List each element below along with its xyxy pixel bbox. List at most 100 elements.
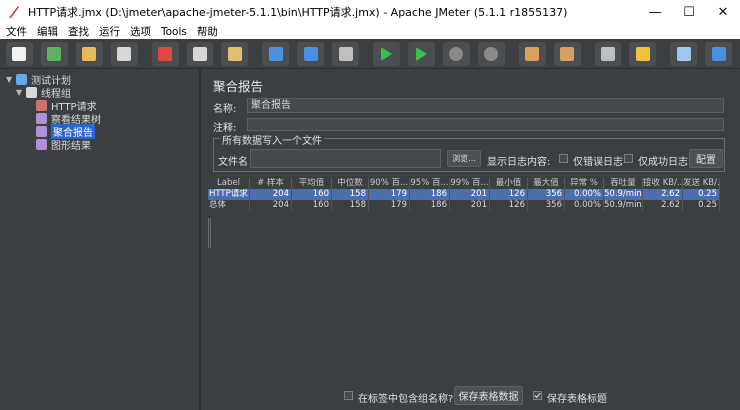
- expand-button[interactable]: [262, 41, 290, 66]
- menu-options[interactable]: 选项: [130, 24, 151, 39]
- help-button[interactable]: [705, 41, 733, 66]
- start-no-pause-button[interactable]: [407, 41, 435, 66]
- table-row[interactable]: HTTP请求 204 160 158 179 186 201 126 356 0.00% 50.9/…: [208, 189, 720, 200]
- browse-button[interactable]: 浏览...: [447, 150, 481, 167]
- column-header[interactable]: Label: [208, 178, 250, 189]
- listener-icon: [36, 126, 47, 137]
- start-icon: [381, 46, 393, 61]
- shutdown-icon: [484, 46, 499, 61]
- title-bar: HTTP请求.jmx (D:\jmeter\apache-jmeter-5.1.…: [0, 0, 740, 24]
- maximize-button[interactable]: ☐: [672, 0, 706, 24]
- column-header[interactable]: 平均值: [292, 178, 332, 189]
- clear-all-button[interactable]: [553, 41, 581, 66]
- reset-search-icon: [635, 46, 650, 61]
- table-cell: 204: [250, 200, 292, 211]
- table-cell: 126: [490, 200, 528, 211]
- table-cell: 179: [369, 200, 410, 211]
- collapse-button[interactable]: [297, 41, 325, 66]
- column-header[interactable]: 90% 百...: [369, 178, 410, 189]
- minimize-button[interactable]: —: [638, 0, 672, 24]
- menu-help[interactable]: 帮助: [197, 24, 218, 39]
- clear-button[interactable]: [518, 41, 546, 66]
- close-button[interactable]: ✕: [706, 0, 740, 24]
- results-table: Label # 样本 平均值 中位数 90% 百... 95% 百... 99% 百... 最…: [208, 178, 740, 380]
- new-button[interactable]: [6, 41, 33, 66]
- column-header[interactable]: # 样本: [250, 178, 292, 189]
- expand-caret-icon[interactable]: ▼: [6, 75, 16, 84]
- table-cell: 186: [410, 200, 450, 211]
- cut-button[interactable]: [151, 41, 179, 66]
- table-cell: 179: [369, 189, 410, 200]
- column-header[interactable]: 发送 KB/...: [683, 178, 720, 189]
- clear-icon: [525, 46, 540, 61]
- menu-run[interactable]: 运行: [99, 24, 120, 39]
- toggle-icon: [338, 46, 353, 61]
- splitter-handle-icon[interactable]: [208, 218, 212, 248]
- copy-icon: [192, 46, 207, 61]
- http-sampler-icon: [36, 100, 47, 111]
- thread-group-icon: [26, 87, 37, 98]
- save-button[interactable]: [110, 41, 138, 66]
- search-button[interactable]: [594, 41, 622, 66]
- tree-node[interactable]: 图形结果: [26, 138, 91, 152]
- panel-title: 聚合报告: [213, 79, 264, 94]
- copy-button[interactable]: [186, 41, 214, 66]
- start-no-pause-icon: [415, 46, 427, 61]
- column-header[interactable]: 接收 KB/...: [643, 178, 683, 189]
- table-cell: 201: [450, 200, 490, 211]
- include-group-checkbox[interactable]: [344, 391, 353, 400]
- open-button[interactable]: [75, 41, 103, 66]
- save-table-button[interactable]: 保存表格数据: [454, 386, 523, 405]
- help-icon: [711, 46, 726, 61]
- menu-search[interactable]: 查找: [68, 24, 89, 39]
- save-header-label: 保存表格标题: [547, 394, 607, 405]
- clear-all-icon: [560, 46, 575, 61]
- expand-caret-icon[interactable]: ▼: [16, 88, 26, 97]
- new-icon: [12, 46, 27, 61]
- log-content-label: 显示日志内容:: [487, 157, 551, 168]
- filename-field[interactable]: [250, 149, 441, 168]
- table-cell: 0.25: [683, 189, 720, 200]
- function-helper-icon: [676, 46, 691, 61]
- table-cell: 160: [292, 189, 332, 200]
- open-icon: [82, 46, 97, 61]
- paste-icon: [227, 46, 242, 61]
- column-header[interactable]: 99% 百...: [450, 178, 490, 189]
- table-cell: 50.9/min: [604, 200, 643, 211]
- name-field[interactable]: 聚合报告: [247, 98, 724, 113]
- column-header[interactable]: 异常 %: [565, 178, 604, 189]
- bottom-bar: 在标签中包含组名称? 保存表格数据 保存表格标题: [203, 382, 740, 410]
- column-header[interactable]: 中位数: [332, 178, 369, 189]
- column-header[interactable]: 最大值: [528, 178, 565, 189]
- errors-only-checkbox[interactable]: [559, 154, 568, 163]
- comment-field[interactable]: [247, 118, 724, 131]
- table-cell: 总体: [208, 200, 250, 211]
- start-button[interactable]: [373, 41, 400, 66]
- save-header-checkbox[interactable]: [533, 391, 542, 400]
- listener-icon: [36, 139, 47, 150]
- table-cell: 126: [490, 189, 528, 200]
- paste-button[interactable]: [221, 41, 249, 66]
- table-header: Label # 样本 平均值 中位数 90% 百... 95% 百... 99% 百... 最…: [208, 178, 720, 189]
- stop-button[interactable]: [442, 41, 470, 66]
- toggle-button[interactable]: [332, 41, 360, 66]
- menu-edit[interactable]: 编辑: [37, 24, 58, 39]
- column-header[interactable]: 最小值: [490, 178, 528, 189]
- table-row[interactable]: 总体 204 160 158 179 186 201 126 356 0.00% 50.9/min 2…: [208, 200, 720, 211]
- table-cell: 356: [528, 200, 565, 211]
- test-plan-tree: ▼ 测试计划 ▼ 线程组 HTTP请求 察看结果树 聚合报告 图形结果: [0, 69, 201, 410]
- templates-button[interactable]: [40, 41, 68, 66]
- menu-bar: 文件 编辑 查找 运行 选项 Tools 帮助: [0, 24, 740, 39]
- menu-tools[interactable]: Tools: [161, 26, 187, 38]
- listener-icon: [36, 113, 47, 124]
- expand-icon: [268, 46, 283, 61]
- column-header[interactable]: 吞吐量: [604, 178, 643, 189]
- menu-file[interactable]: 文件: [6, 24, 27, 39]
- function-helper-button[interactable]: [670, 41, 698, 66]
- configure-button[interactable]: 配置: [689, 149, 723, 168]
- reset-search-button[interactable]: [629, 41, 657, 66]
- success-only-checkbox[interactable]: [624, 154, 633, 163]
- save-icon: [117, 46, 132, 61]
- column-header[interactable]: 95% 百...: [410, 178, 450, 189]
- shutdown-button[interactable]: [477, 41, 505, 66]
